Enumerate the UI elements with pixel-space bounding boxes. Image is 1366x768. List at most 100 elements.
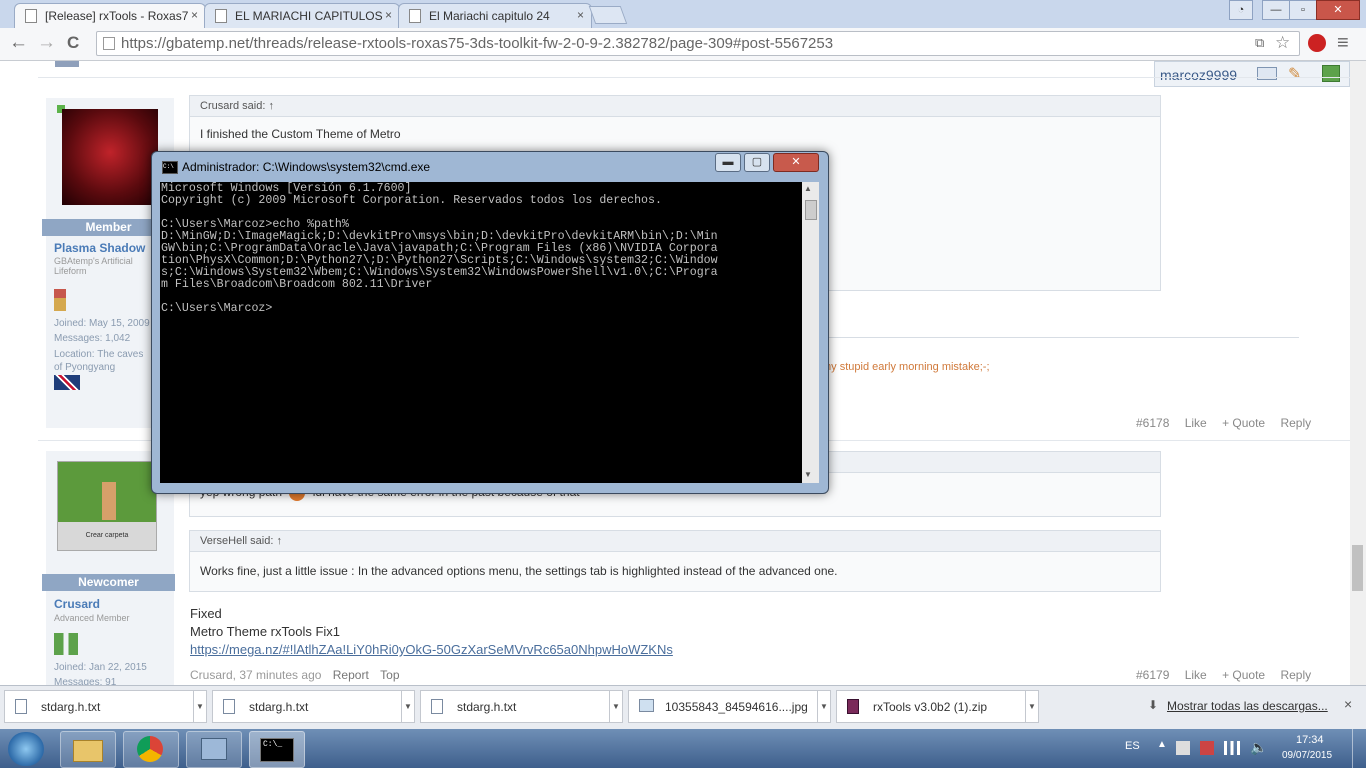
- download-filename[interactable]: stdarg.h.txt: [249, 700, 308, 714]
- start-button[interactable]: [8, 732, 44, 766]
- reload-button[interactable]: C: [67, 33, 79, 53]
- clock-date[interactable]: 09/07/2015: [1282, 750, 1332, 761]
- download-item[interactable]: rxTools v3.0b2 (1).zip ▼: [836, 690, 1039, 723]
- clock-time[interactable]: 17:34: [1296, 734, 1324, 746]
- avatar[interactable]: [62, 109, 158, 205]
- inbox-icon[interactable]: [1257, 67, 1277, 80]
- username-link[interactable]: Crusard: [54, 597, 100, 611]
- reply-link[interactable]: Reply: [1280, 668, 1311, 682]
- tab-mariachi-capitulos[interactable]: EL MARIACHI CAPITULOS ×: [204, 3, 400, 28]
- post-text: Metro Theme rxTools Fix1: [190, 624, 341, 639]
- security-icon[interactable]: [1200, 741, 1214, 755]
- chrome-menu-icon[interactable]: ≡: [1337, 33, 1349, 53]
- scroll-up-icon[interactable]: ▲: [804, 184, 812, 193]
- minimize-window-button[interactable]: —: [1262, 0, 1290, 20]
- download-filename[interactable]: stdarg.h.txt: [457, 700, 516, 714]
- back-button[interactable]: ←: [9, 33, 28, 53]
- close-icon[interactable]: ×: [1344, 696, 1352, 712]
- explorer-taskbar-button[interactable]: [60, 731, 116, 768]
- scroll-down-icon[interactable]: ▼: [804, 470, 812, 479]
- quote-link[interactable]: ↑: [268, 100, 274, 112]
- flag-icon: [54, 375, 80, 390]
- report-link[interactable]: Report: [333, 668, 369, 682]
- bookmark-star-icon[interactable]: ☆: [1275, 33, 1290, 53]
- address-bar[interactable]: https://gbatemp.net/threads/release-rxto…: [96, 31, 1300, 56]
- divider: [38, 77, 1350, 78]
- chevron-down-icon[interactable]: ▼: [817, 691, 830, 722]
- close-tab-icon[interactable]: ×: [191, 8, 198, 22]
- post-author[interactable]: Crusard,: [190, 668, 236, 682]
- close-button[interactable]: ✕: [773, 153, 819, 172]
- quote-author: VerseHell said:: [200, 535, 274, 547]
- chevron-down-icon[interactable]: ▼: [609, 691, 622, 722]
- cmd-window[interactable]: C:\ Administrador: C:\Windows\system32\c…: [151, 151, 829, 494]
- quote-link[interactable]: + Quote: [1222, 416, 1265, 430]
- image-file-icon: [639, 699, 654, 712]
- download-filename[interactable]: rxTools v3.0b2 (1).zip: [873, 700, 987, 714]
- action-center-icon[interactable]: [1176, 741, 1190, 755]
- tab-rxtools[interactable]: [Release] rxTools - Roxas7 ×: [14, 3, 206, 28]
- like-link[interactable]: Like: [1185, 668, 1207, 682]
- network-signal-icon[interactable]: [1224, 741, 1240, 755]
- chevron-down-icon[interactable]: ▼: [1025, 691, 1038, 722]
- chrome-icon: [137, 736, 163, 762]
- post-number[interactable]: #6178: [1136, 416, 1169, 430]
- console-scrollbar[interactable]: ▲ ▼: [802, 182, 819, 483]
- quote-link[interactable]: + Quote: [1222, 668, 1265, 682]
- post-text: my stupid early morning mistake;-;: [822, 361, 990, 373]
- scrollbar-thumb[interactable]: [1352, 545, 1363, 591]
- chevron-down-icon[interactable]: ▼: [401, 691, 414, 722]
- download-item[interactable]: stdarg.h.txt ▼: [4, 690, 207, 723]
- user-title: GBAtemp's Artificial Lifeform: [54, 256, 133, 276]
- maximize-button[interactable]: ▢: [744, 153, 770, 172]
- scrollbar-thumb[interactable]: [805, 200, 817, 220]
- cmd-icon: C:\_: [260, 738, 294, 762]
- forward-button[interactable]: →: [37, 33, 56, 53]
- avatar[interactable]: Crear carpeta: [57, 461, 157, 551]
- chevron-down-icon[interactable]: ▼: [193, 691, 206, 722]
- new-tab-button[interactable]: [588, 6, 628, 24]
- console-area[interactable]: Microsoft Windows [Versión 6.1.7600] Cop…: [160, 182, 802, 483]
- cmd-taskbar-button[interactable]: C:\_: [249, 731, 305, 768]
- post-number[interactable]: #6179: [1136, 668, 1169, 682]
- close-tab-icon[interactable]: ×: [577, 8, 584, 22]
- download-item[interactable]: 10355843_84594616....jpg ▼: [628, 690, 831, 723]
- tab-mariachi-capitulo-24[interactable]: El Mariachi capitulo 24 ×: [398, 3, 592, 28]
- computer-icon: [201, 738, 227, 760]
- new-post-icon[interactable]: [1322, 65, 1340, 82]
- show-desktop-button[interactable]: [1352, 729, 1366, 768]
- chrome-taskbar-button[interactable]: [123, 731, 179, 768]
- console-output[interactable]: Microsoft Windows [Versión 6.1.7600] Cop…: [161, 183, 718, 315]
- user-profile-icon[interactable]: ◔: [1229, 0, 1253, 20]
- extension-icon[interactable]: ⧉: [1255, 35, 1264, 51]
- close-tab-icon[interactable]: ×: [385, 8, 392, 22]
- restore-window-button[interactable]: ▫: [1289, 0, 1317, 20]
- quote-text: I finished the Custom Theme of Metro: [200, 127, 401, 141]
- like-link[interactable]: Like: [1185, 416, 1207, 430]
- close-window-button[interactable]: ✕: [1316, 0, 1360, 20]
- folder-icon: [73, 740, 103, 762]
- username-link[interactable]: Plasma Shadow: [54, 241, 145, 255]
- tray-expand-icon[interactable]: ▲: [1157, 739, 1167, 750]
- quote-link[interactable]: ↑: [276, 535, 282, 547]
- minimize-button[interactable]: ▬: [715, 153, 741, 172]
- computer-taskbar-button[interactable]: [186, 731, 242, 768]
- page-info-icon[interactable]: [103, 37, 115, 50]
- download-link[interactable]: https://mega.nz/#!lAtlhZAa!LiY0hRi0yOkG-…: [190, 642, 673, 657]
- text-file-icon: [15, 699, 27, 714]
- url-text[interactable]: https://gbatemp.net/threads/release-rxto…: [121, 35, 833, 52]
- volume-icon[interactable]: 🔈: [1250, 739, 1267, 756]
- top-link[interactable]: Top: [380, 668, 399, 682]
- alerts-icon[interactable]: ✎: [1288, 64, 1301, 84]
- reply-link[interactable]: Reply: [1280, 416, 1311, 430]
- download-item[interactable]: stdarg.h.txt ▼: [420, 690, 623, 723]
- post-time[interactable]: 37 minutes ago: [239, 668, 321, 682]
- download-item[interactable]: stdarg.h.txt ▼: [212, 690, 415, 723]
- download-filename[interactable]: stdarg.h.txt: [41, 700, 100, 714]
- download-filename[interactable]: 10355843_84594616....jpg: [665, 700, 808, 714]
- username-link[interactable]: marcoz9999: [1160, 67, 1237, 83]
- show-all-downloads-link[interactable]: Mostrar todas las descargas...: [1167, 699, 1328, 713]
- adblock-icon[interactable]: [1308, 34, 1326, 52]
- page-scrollbar[interactable]: [1350, 61, 1366, 685]
- language-indicator[interactable]: ES: [1125, 740, 1140, 752]
